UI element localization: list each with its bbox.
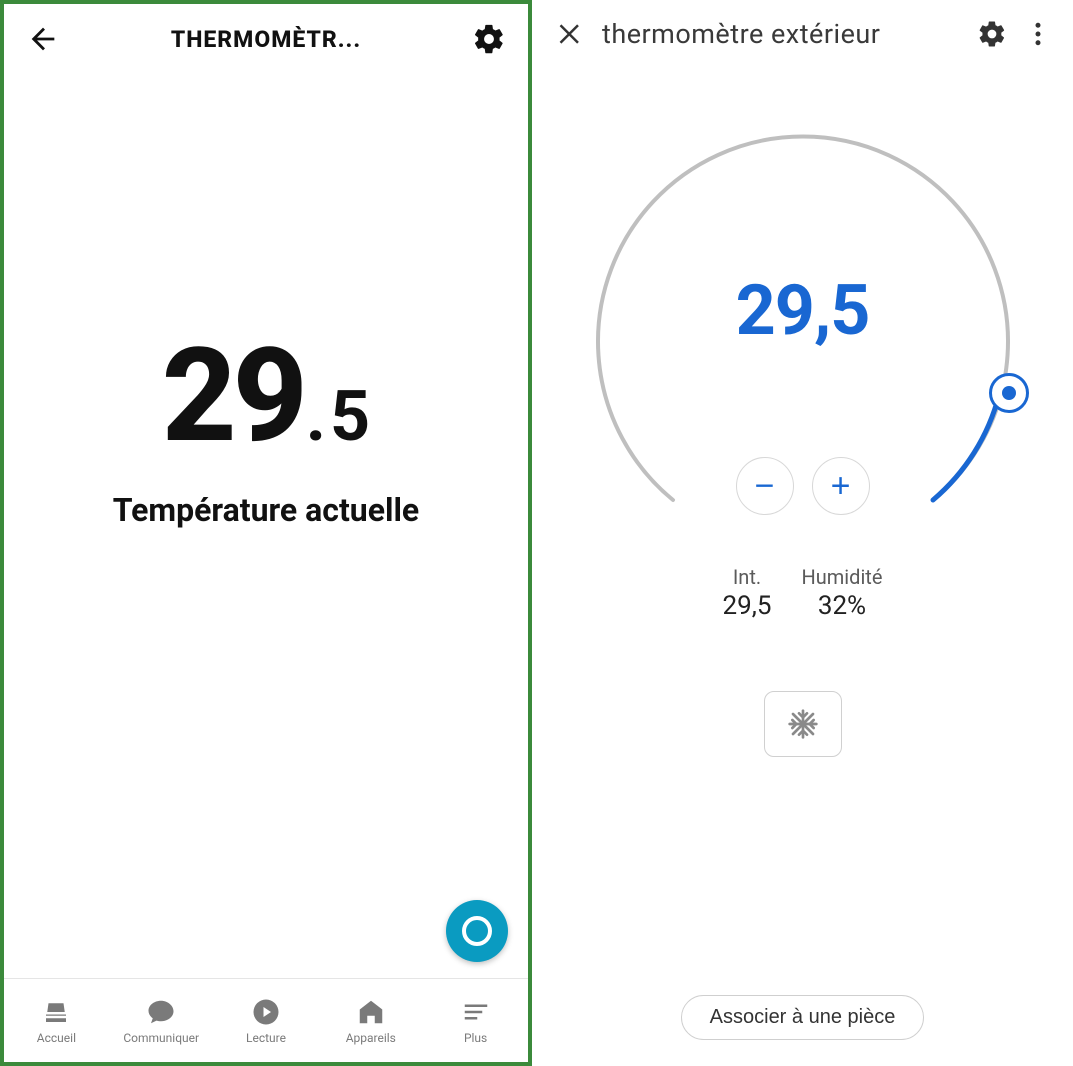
stat-humidity-value: 32% [801,591,882,621]
mode-button[interactable] [764,691,842,757]
alexa-body: 29.5 Température actuelle [4,66,528,978]
settings-button[interactable] [472,22,506,56]
stat-humidity-label: Humidité [801,565,882,589]
device-title: thermomètre extérieur [602,18,961,50]
nav-home[interactable]: Accueil [4,979,109,1062]
googlehome-pane: thermomètre extérieur 29,5 − + Int. 29,5 [532,0,1073,1066]
temperature-value: 29.5 [162,331,370,461]
settings-button[interactable] [977,19,1007,49]
nav-home-label: Accueil [37,1031,76,1045]
alexa-ring-icon [462,916,492,946]
nav-communicate[interactable]: Communiquer [109,979,214,1062]
stat-humidity: Humidité 32% [801,565,882,621]
devices-icon [356,997,386,1027]
nav-devices[interactable]: Appareils [318,979,423,1062]
temperature-adjust-row: − + [583,457,1023,515]
associate-room-button[interactable]: Associer à une pièce [681,995,925,1040]
alexa-pane: THERMOMÈTR... 29.5 Température actuelle … [0,0,532,1066]
nav-more-label: Plus [464,1031,487,1045]
nav-play-label: Lecture [246,1031,286,1045]
temperature-integer: 29 [162,319,304,472]
temperature-separator: . [306,376,326,458]
stat-interior: Int. 29,5 [723,565,772,621]
alexa-voice-button[interactable] [446,900,508,962]
decrease-temp-button[interactable]: − [736,457,794,515]
temperature-label: Température actuelle [113,491,419,529]
more-icon [461,997,491,1027]
gear-icon [977,19,1007,49]
nav-devices-label: Appareils [346,1031,396,1045]
temperature-fraction: 5 [330,376,370,458]
thermostat-dial-area: 29,5 − + Int. 29,5 Humidité 32% [532,115,1073,757]
stat-interior-value: 29,5 [723,591,772,621]
nav-communicate-label: Communiquer [123,1031,199,1045]
nav-play[interactable]: Lecture [214,979,319,1062]
play-icon [251,997,281,1027]
overflow-menu-button[interactable] [1023,19,1053,49]
nav-more[interactable]: Plus [423,979,528,1062]
more-vert-icon [1023,19,1053,49]
dial-temperature: 29,5 [583,270,1023,352]
gear-icon [472,22,506,56]
close-icon [556,19,586,49]
dial-handle[interactable] [989,373,1029,413]
bottom-nav: Accueil Communiquer Lecture Appareils Pl… [4,978,528,1062]
back-button[interactable] [26,22,60,56]
home-icon [41,997,71,1027]
page-title: THERMOMÈTR... [60,26,472,53]
alexa-header: THERMOMÈTR... [4,4,528,66]
stat-interior-label: Int. [723,565,772,589]
increase-temp-button[interactable]: + [812,457,870,515]
thermostat-dial[interactable]: 29,5 − + [583,115,1023,555]
stats-row: Int. 29,5 Humidité 32% [723,565,883,621]
close-button[interactable] [556,19,586,49]
snowflake-icon [787,708,819,740]
chat-icon [146,997,176,1027]
gh-header: thermomètre extérieur [532,0,1073,60]
arrow-left-icon [26,22,60,56]
